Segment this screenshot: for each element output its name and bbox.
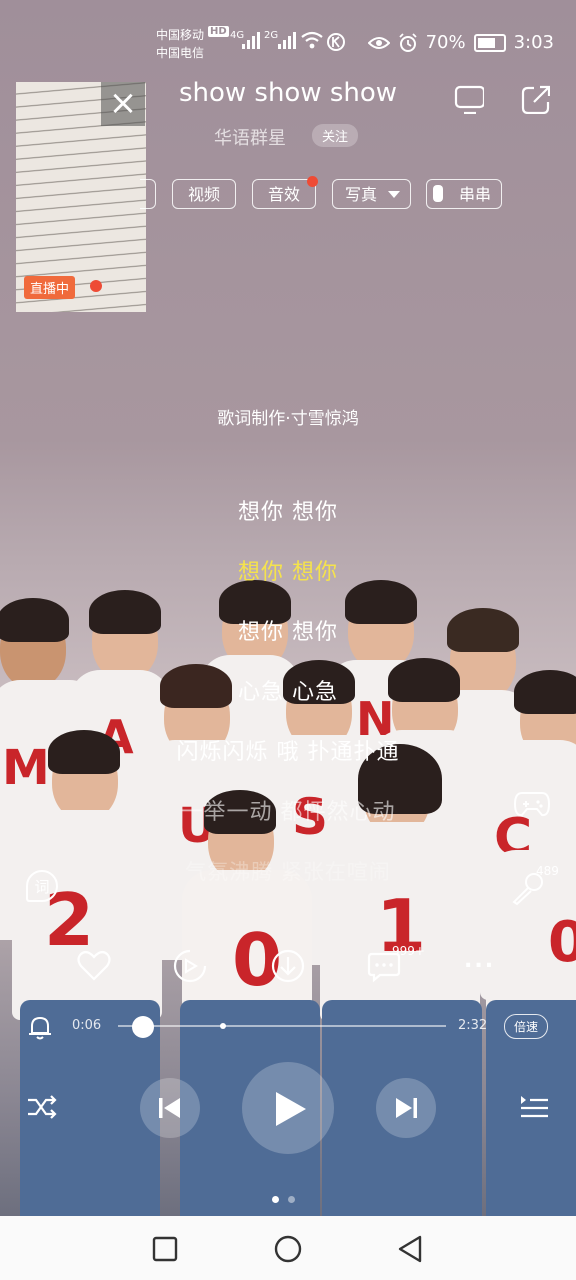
back-icon[interactable] bbox=[396, 1234, 424, 1264]
tab-hidden-partial[interactable] bbox=[140, 179, 156, 209]
next-button[interactable] bbox=[376, 1078, 436, 1138]
status-bar: 中国移动 HD 中国电信 4G 2G 70% 3:03 bbox=[0, 0, 576, 70]
lyric-line-active[interactable]: 想你 想你 bbox=[0, 554, 576, 586]
eye-icon bbox=[367, 36, 390, 49]
tab-chuanchuan[interactable]: 串串 bbox=[426, 179, 502, 209]
tab-chuanchuan-label: 串串 bbox=[459, 185, 492, 204]
carrier-2: 中国电信 bbox=[156, 46, 205, 60]
progress-marker bbox=[220, 1023, 226, 1029]
tab-video[interactable]: 视频 bbox=[172, 179, 236, 209]
signal-1-icon bbox=[242, 32, 260, 49]
chevron-down-icon bbox=[388, 191, 400, 198]
download-icon[interactable] bbox=[270, 948, 310, 988]
game-controller-icon[interactable] bbox=[514, 788, 550, 818]
previous-button[interactable] bbox=[140, 1078, 200, 1138]
tab-photo-label: 写真 bbox=[345, 185, 378, 204]
home-icon[interactable] bbox=[273, 1234, 303, 1264]
progress-row: 0:06 2:32 倍速 bbox=[0, 1012, 576, 1042]
skip-next-icon bbox=[396, 1098, 417, 1118]
shuffle-icon[interactable] bbox=[26, 1092, 58, 1122]
recent-apps-icon[interactable] bbox=[152, 1236, 178, 1262]
song-title: show show show bbox=[178, 78, 398, 108]
skip-previous-icon bbox=[159, 1098, 180, 1118]
tab-photo[interactable]: 写真 bbox=[332, 179, 411, 209]
progress-track[interactable] bbox=[118, 1025, 446, 1027]
toggle-icon bbox=[433, 185, 443, 202]
current-time: 0:06 bbox=[72, 1018, 102, 1033]
share-icon[interactable] bbox=[520, 84, 550, 114]
live-indicator-dot bbox=[90, 280, 102, 292]
hd-badge: HD bbox=[208, 26, 229, 37]
page-dot-active bbox=[272, 1196, 279, 1203]
speed-button[interactable]: 倍速 bbox=[504, 1014, 549, 1039]
bell-icon[interactable] bbox=[28, 1014, 52, 1040]
close-icon[interactable]: × bbox=[101, 82, 145, 126]
status-right: 70% 3:03 bbox=[367, 32, 554, 53]
comment-count: 999+ bbox=[392, 944, 425, 958]
playback-controls bbox=[0, 1060, 576, 1160]
video-icon[interactable] bbox=[172, 948, 212, 988]
artist-name[interactable]: 华语群星 bbox=[214, 124, 286, 150]
lyric-line[interactable]: 想你 想你 bbox=[0, 494, 576, 526]
app-k-icon bbox=[327, 33, 345, 51]
tv-cast-icon[interactable] bbox=[454, 84, 484, 114]
page-dot bbox=[288, 1196, 295, 1203]
lyrics-credits: 歌词制作·寸雪惊鸿 bbox=[217, 409, 359, 429]
battery-percent: 70% bbox=[425, 32, 466, 53]
lyric-line[interactable]: 心急 心急 bbox=[0, 674, 576, 706]
song-actions: 999+ ... bbox=[0, 944, 576, 988]
network-type-2: 2G bbox=[264, 30, 279, 41]
follow-button[interactable]: 关注 bbox=[312, 124, 359, 147]
more-button[interactable]: ... bbox=[464, 948, 495, 973]
battery-icon bbox=[473, 33, 506, 52]
wifi-icon bbox=[301, 31, 323, 49]
alarm-icon bbox=[398, 32, 417, 52]
lyrics-toggle-button[interactable]: 词 bbox=[26, 870, 58, 902]
lyric-line[interactable]: 一举一动 都怦然心动 bbox=[0, 794, 576, 826]
lyric-line[interactable]: 想你 想你 bbox=[0, 614, 576, 646]
lyric-line[interactable]: 气氛沸腾 紧张在喧闹 bbox=[0, 856, 576, 886]
progress-thumb[interactable] bbox=[132, 1016, 154, 1038]
heart-icon[interactable] bbox=[76, 948, 116, 988]
play-icon bbox=[276, 1092, 306, 1126]
notification-dot bbox=[307, 176, 318, 187]
mic-count: 489 bbox=[536, 864, 559, 878]
system-navigation-bar bbox=[0, 1216, 576, 1280]
carrier-1: 中国移动 bbox=[156, 28, 205, 42]
total-time: 2:32 bbox=[458, 1018, 488, 1033]
lyric-line[interactable]: 闪烁闪烁 哦 扑通扑通 bbox=[0, 734, 576, 766]
play-button[interactable] bbox=[242, 1062, 334, 1154]
playlist-icon[interactable] bbox=[518, 1092, 550, 1122]
live-badge: 直播中 bbox=[24, 276, 76, 299]
signal-2-icon bbox=[278, 32, 296, 49]
page-indicator bbox=[272, 1188, 304, 1207]
clock: 3:03 bbox=[513, 32, 554, 53]
